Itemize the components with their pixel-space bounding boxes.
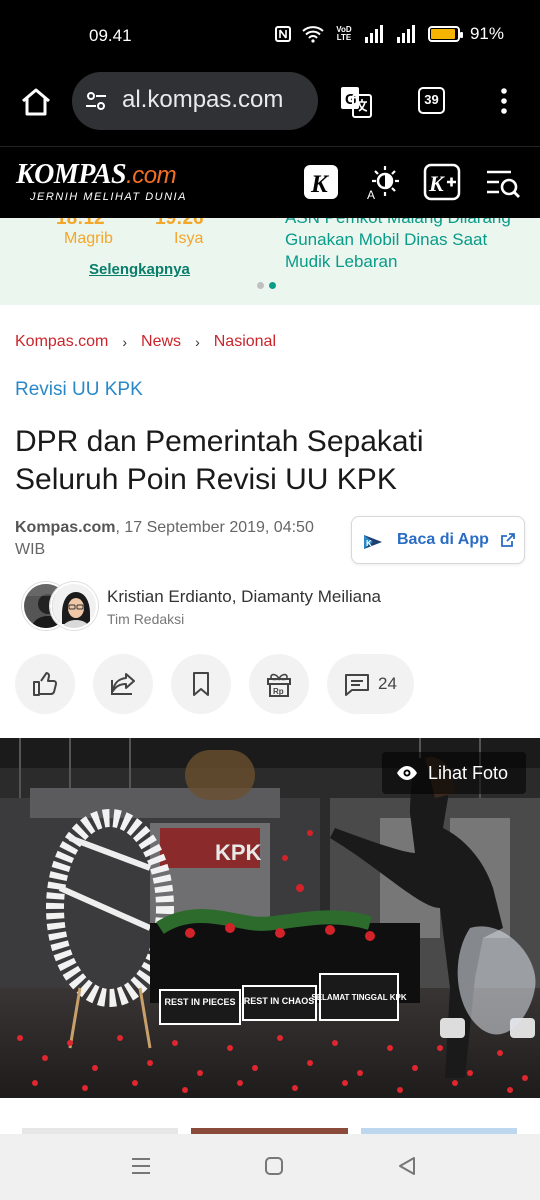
svg-text:Rp: Rp: [273, 687, 284, 696]
article-source[interactable]: Kompas.com: [15, 519, 115, 536]
chevron-right-icon: ›: [195, 334, 200, 350]
nfc-icon: [274, 26, 291, 42]
translate-icon[interactable]: G: [338, 84, 374, 120]
share-button[interactable]: [93, 654, 153, 714]
article-title: DPR dan Pemerintah Sepakati Seluruh Poin…: [15, 425, 424, 496]
status-bar: 09.41 VoD LTE 91%: [0, 0, 540, 70]
prayer-time: 18:12: [56, 218, 105, 229]
breadcrumb-item[interactable]: News: [141, 333, 181, 351]
bookmark-icon: [193, 672, 209, 696]
photo-sign-text: SELAMAT TINGGAL KPK: [311, 993, 406, 1002]
carousel-dots: [257, 282, 276, 289]
kompas-k-icon[interactable]: K: [302, 163, 340, 201]
signal-icon: [396, 25, 415, 43]
article-photo[interactable]: REST IN PIECES REST IN CHAOS SELAMAT TIN…: [0, 738, 540, 1098]
like-button[interactable]: [15, 654, 75, 714]
status-time: 09.41: [89, 26, 132, 45]
logo-suffix: .com: [126, 162, 177, 189]
address-bar[interactable]: al.kompas.com: [72, 72, 318, 130]
kompas-logo[interactable]: KOMPAS.com JERNIH MELIHAT DUNIA: [16, 159, 187, 204]
more-vert-icon[interactable]: [492, 86, 516, 116]
logo-main: KOMPAS: [16, 159, 127, 190]
comments-button[interactable]: 24: [327, 654, 414, 714]
eye-icon: [396, 766, 417, 780]
prayer-time: 19:26: [155, 218, 204, 229]
article-actions: Rp 24: [15, 654, 525, 714]
chevron-right-icon: ›: [122, 334, 128, 350]
article-category[interactable]: Revisi UU KPK: [15, 379, 143, 401]
svg-text:G: G: [345, 91, 357, 108]
browser-toolbar: al.kompas.com G 39: [0, 70, 540, 146]
home-nav-icon[interactable]: [262, 1154, 286, 1178]
author-role: Tim Redaksi: [107, 611, 185, 627]
article-meta: Kompas.com, 17 September 2019, 04:50 WIB: [15, 517, 335, 561]
photo-wall-sign: KPK: [215, 840, 262, 865]
home-icon[interactable]: [18, 84, 54, 120]
recent-apps-icon[interactable]: [129, 1154, 153, 1178]
related-cards: [0, 1122, 540, 1134]
brightness-icon[interactable]: A: [364, 163, 402, 201]
wifi-icon: [302, 26, 324, 43]
bookmark-button[interactable]: [171, 654, 231, 714]
site-settings-icon[interactable]: [84, 89, 108, 113]
author-names[interactable]: Kristian Erdianto, Diamanty Meiliana: [107, 587, 381, 607]
view-photo-button[interactable]: Lihat Foto: [381, 752, 526, 794]
comment-icon: [345, 674, 369, 696]
kompas-app-icon: K: [364, 535, 382, 549]
gift-rp-icon: Rp: [267, 673, 291, 697]
prayer-more-link[interactable]: Selengkapnya: [89, 261, 190, 278]
gift-button[interactable]: Rp: [249, 654, 309, 714]
share-icon: [111, 673, 135, 695]
kompas-plus-icon[interactable]: K: [423, 163, 461, 201]
site-header: KOMPAS.com JERNIH MELIHAT DUNIA K A K: [0, 146, 540, 218]
view-photo-label: Lihat Foto: [427, 762, 508, 783]
svg-text:K: K: [310, 171, 330, 198]
breadcrumb-item[interactable]: Kompas.com: [15, 333, 108, 351]
author-block: Kristian Erdianto, Diamanty Meiliana Tim…: [22, 582, 522, 632]
photo-sign-text: REST IN PIECES: [164, 997, 235, 1007]
tabs-icon[interactable]: 39: [418, 87, 445, 114]
svg-text:A: A: [367, 188, 375, 201]
comment-count: 24: [378, 674, 397, 693]
url-text[interactable]: al.kompas.com: [122, 86, 283, 114]
search-menu-icon[interactable]: [484, 163, 522, 201]
svg-text:K: K: [366, 539, 372, 548]
logo-tagline: JERNIH MELIHAT DUNIA: [30, 191, 187, 203]
status-icons: VoD LTE 91%: [274, 24, 504, 44]
thumbs-up-icon: [33, 672, 58, 696]
volte-icon: VoD LTE: [336, 25, 352, 42]
system-nav-bar: [0, 1134, 540, 1200]
battery-icon: [427, 26, 463, 42]
carousel-dot-active[interactable]: [269, 282, 276, 289]
svg-text:K: K: [428, 171, 445, 196]
signal-icon: [364, 25, 383, 43]
prayer-label: Magrib: [64, 230, 113, 247]
prayer-news-ticker: 18:12 Magrib 19:26 Isya Selengkapnya ASN…: [0, 218, 540, 305]
decorative-curve: [0, 220, 70, 305]
read-in-app-button[interactable]: K Baca di App: [351, 516, 525, 564]
read-in-app-label: Baca di App: [397, 531, 489, 548]
external-link-icon: [501, 533, 515, 547]
battery-percent: 91%: [469, 24, 504, 43]
back-icon[interactable]: [395, 1154, 419, 1178]
breadcrumb: Kompas.com › News › Nasional: [15, 333, 276, 351]
avatar[interactable]: [50, 582, 98, 630]
breadcrumb-item[interactable]: Nasional: [214, 333, 276, 351]
prayer-label: Isya: [174, 230, 204, 247]
photo-sign-text: REST IN CHAOS: [244, 996, 315, 1006]
ticker-headline[interactable]: ASN Pemkot Malang Dilarang Gunakan Mobil…: [285, 218, 525, 273]
carousel-dot[interactable]: [257, 282, 264, 289]
